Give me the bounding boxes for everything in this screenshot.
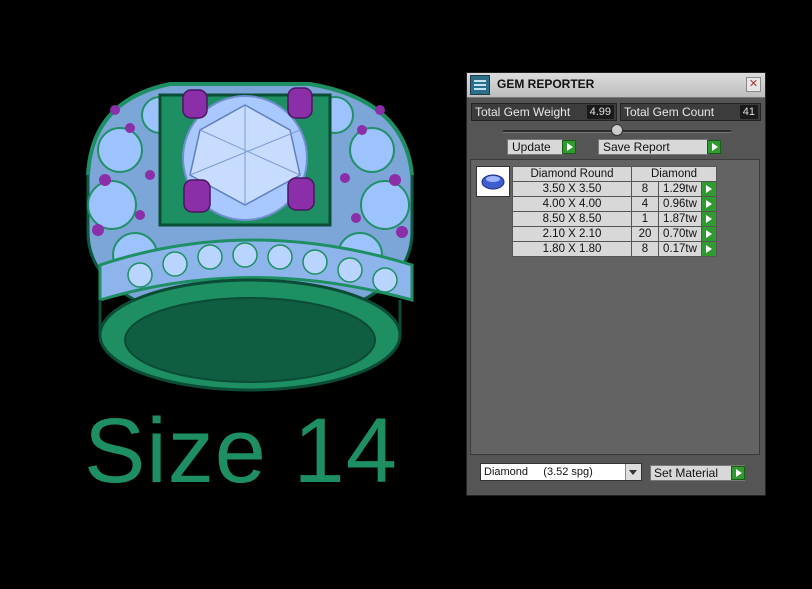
titlebar[interactable]: GEM REPORTER ✕ — [467, 73, 765, 98]
save-report-button[interactable]: Save Report — [598, 139, 708, 155]
panel-title: GEM REPORTER — [497, 77, 595, 91]
total-gem-count-label: Total Gem Count — [624, 105, 715, 119]
row-go-icon[interactable] — [701, 196, 717, 212]
material-select-value: Diamond (3.52 spg) — [484, 466, 593, 478]
table-row[interactable]: 8.50 X 8.50 1 1.87tw — [512, 211, 717, 227]
gem-thumbnail-icon[interactable] — [476, 166, 510, 197]
set-material-button-label: Set Material — [654, 466, 719, 480]
gem-weight: 0.70tw — [658, 226, 702, 242]
gem-table: Diamond Round Diamond 3.50 X 3.50 8 1.29… — [512, 166, 717, 257]
table-row[interactable]: 4.00 X 4.00 4 0.96tw — [512, 196, 717, 212]
gem-count: 4 — [631, 196, 659, 212]
set-material-go-icon[interactable] — [731, 466, 745, 480]
gem-count: 8 — [631, 181, 659, 197]
material-select[interactable]: Diamond (3.52 spg) — [480, 463, 642, 481]
gem-weight: 0.96tw — [658, 196, 702, 212]
header-diamond-round: Diamond Round — [512, 166, 632, 182]
chevron-down-icon[interactable] — [625, 464, 641, 480]
save-report-go-icon[interactable] — [707, 140, 721, 154]
gem-size: 2.10 X 2.10 — [512, 226, 632, 242]
gem-reporter-panel: GEM REPORTER ✕ Total Gem Weight 4.99 Tot… — [466, 72, 766, 496]
table-row[interactable]: 1.80 X 1.80 8 0.17tw — [512, 241, 717, 257]
close-icon[interactable]: ✕ — [746, 77, 761, 92]
row-go-icon[interactable] — [701, 211, 717, 227]
row-go-icon[interactable] — [701, 226, 717, 242]
total-gem-count: Total Gem Count 41 — [620, 103, 761, 121]
gem-table-header: Diamond Round Diamond — [512, 166, 717, 182]
total-gem-count-value: 41 — [739, 105, 758, 119]
size-label: Size 14 — [84, 400, 398, 502]
row-go-icon[interactable] — [701, 181, 717, 197]
gem-icon — [481, 174, 505, 190]
slider-thumb[interactable] — [611, 124, 623, 136]
total-gem-weight-value: 4.99 — [586, 105, 614, 119]
table-row[interactable]: 2.10 X 2.10 20 0.70tw — [512, 226, 717, 242]
gem-size: 1.80 X 1.80 — [512, 241, 632, 257]
gem-count: 20 — [631, 226, 659, 242]
gem-count: 1 — [631, 211, 659, 227]
gem-weight: 0.17tw — [658, 241, 702, 257]
gem-size: 3.50 X 3.50 — [512, 181, 632, 197]
gem-reporter-icon — [470, 75, 490, 95]
table-row[interactable]: 3.50 X 3.50 8 1.29tw — [512, 181, 717, 197]
total-gem-weight-label: Total Gem Weight — [475, 105, 571, 119]
update-go-icon[interactable] — [562, 140, 576, 154]
3d-viewport[interactable]: Size 14 — [0, 0, 460, 589]
gem-weight: 1.29tw — [658, 181, 702, 197]
ring-model — [86, 82, 414, 392]
gem-size: 4.00 X 4.00 — [512, 196, 632, 212]
gem-weight: 1.87tw — [658, 211, 702, 227]
gem-size: 8.50 X 8.50 — [512, 211, 632, 227]
total-gem-weight: Total Gem Weight 4.99 — [471, 103, 617, 121]
update-button-label: Update — [512, 140, 551, 154]
row-go-icon[interactable] — [701, 241, 717, 257]
update-button[interactable]: Update — [507, 139, 563, 155]
header-diamond: Diamond — [631, 166, 717, 182]
gem-count: 8 — [631, 241, 659, 257]
save-report-button-label: Save Report — [603, 140, 670, 154]
